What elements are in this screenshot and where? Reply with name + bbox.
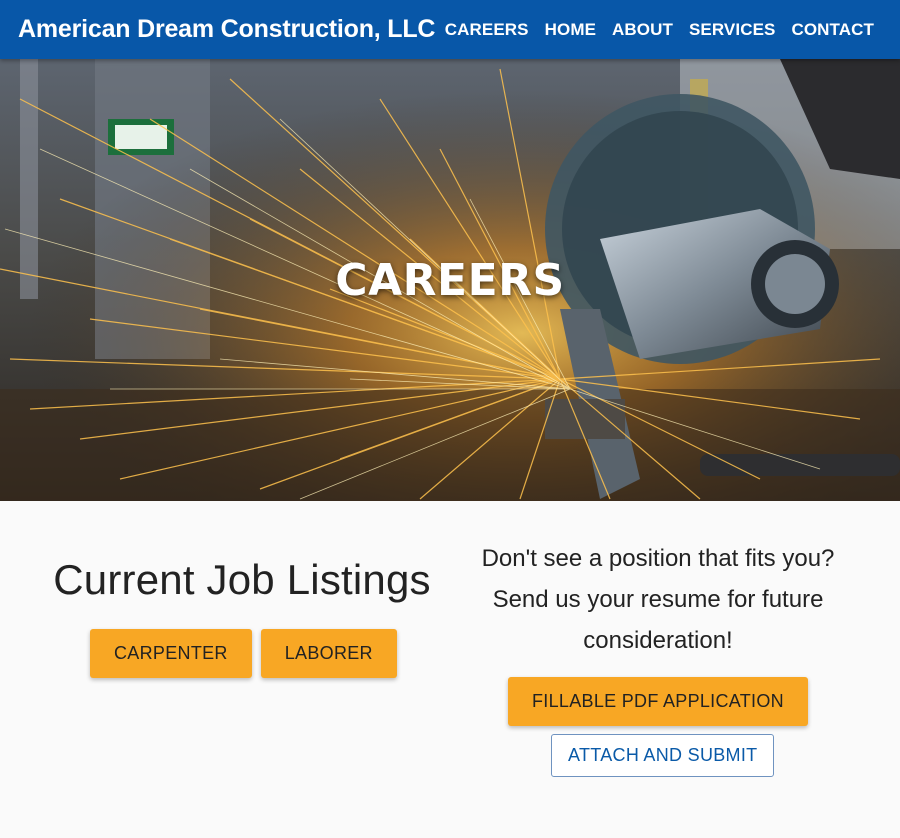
apply-message-line-3: consideration! (583, 627, 733, 654)
hero-title: CAREERS (335, 255, 565, 306)
nav-careers[interactable]: CAREERS (445, 20, 529, 40)
nav-home[interactable]: HOME (545, 20, 596, 40)
nav-contact[interactable]: CONTACT (791, 20, 874, 40)
nav-about[interactable]: ABOUT (612, 20, 673, 40)
site-brand[interactable]: American Dream Construction, LLC (18, 15, 435, 44)
job-listings-section: Current Job Listings (22, 556, 462, 604)
apply-message-line-2: Send us your resume for future (492, 586, 824, 613)
fillable-pdf-application-button[interactable]: FILLABLE PDF APPLICATION (508, 677, 808, 726)
main-nav: CAREERS HOME ABOUT SERVICES CONTACT (445, 20, 874, 40)
job-buttons: CARPENTER LABORER (90, 629, 397, 678)
job-listings-heading: Current Job Listings (53, 556, 431, 603)
pdf-button-wrap: FILLABLE PDF APPLICATION (508, 677, 808, 726)
apply-message-line-1: Don't see a position that fits you? (481, 545, 835, 572)
apply-section: Don't see a position that fits you? Send… (458, 538, 858, 661)
top-navbar: American Dream Construction, LLC CAREERS… (0, 0, 900, 59)
carpenter-button[interactable]: CARPENTER (90, 629, 252, 678)
attach-button-wrap: ATTACH AND SUBMIT (551, 734, 775, 777)
attach-and-submit-button[interactable]: ATTACH AND SUBMIT (551, 734, 775, 777)
hero-banner: CAREERS (0, 59, 900, 501)
nav-services[interactable]: SERVICES (689, 20, 775, 40)
laborer-button[interactable]: LABORER (260, 629, 397, 678)
